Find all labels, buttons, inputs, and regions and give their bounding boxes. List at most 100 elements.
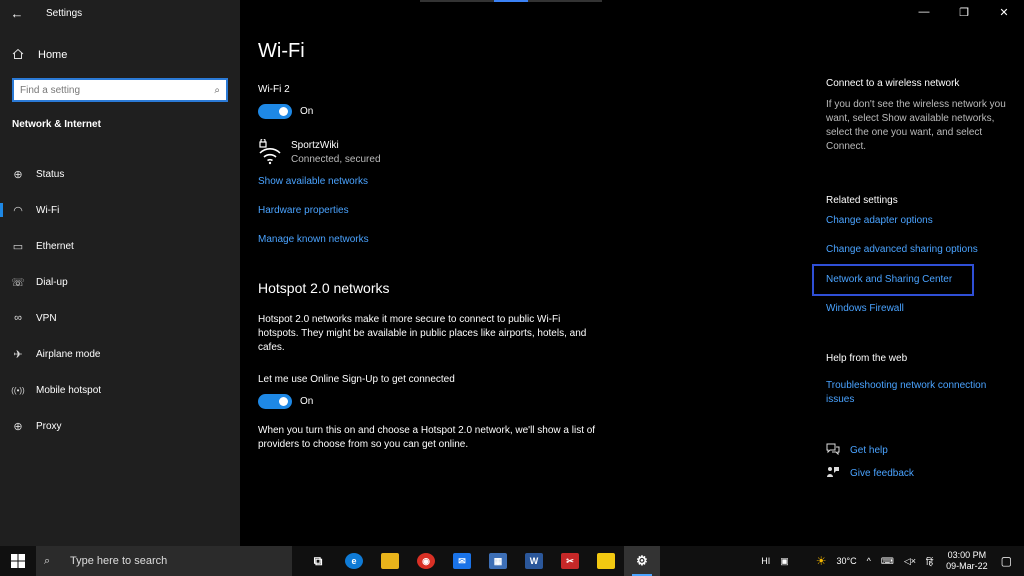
hardware-properties-link[interactable]: Hardware properties xyxy=(258,205,349,216)
settings-search-box[interactable]: ⌕ xyxy=(12,78,228,102)
calculator-icon: ▦ xyxy=(489,553,507,569)
sidebar-item-wifi[interactable]: ◠ Wi-Fi xyxy=(0,192,240,228)
globe-icon: ⊕ xyxy=(13,420,23,433)
edge-icon: e xyxy=(345,553,363,569)
wifi-toggle-state: On xyxy=(300,106,314,117)
language-indicator[interactable]: HI xyxy=(761,556,770,566)
show-available-networks-link[interactable]: Show available networks xyxy=(258,176,368,187)
notification-icon[interactable]: ▢ xyxy=(1001,554,1012,568)
word-app[interactable]: W xyxy=(516,546,552,576)
temperature[interactable]: 30°C xyxy=(836,556,856,566)
edge-app[interactable]: e xyxy=(336,546,372,576)
network-name[interactable]: SportzWiki xyxy=(291,140,339,151)
manage-known-networks-link[interactable]: Manage known networks xyxy=(258,234,369,245)
sticky-notes-icon: ▰ xyxy=(597,553,615,569)
troubleshooting-link[interactable]: Troubleshooting network connection issue… xyxy=(826,379,1016,407)
date: 09-Mar-22 xyxy=(946,561,988,571)
get-help-label: Get help xyxy=(850,445,888,456)
clock[interactable]: 03:00 PM 09-Mar-22 xyxy=(946,550,988,572)
word-icon: W xyxy=(525,553,543,569)
top-strip-marker xyxy=(494,0,528,2)
start-button[interactable] xyxy=(0,546,36,576)
volume-muted-icon[interactable]: ◁× xyxy=(904,556,916,567)
windows-logo-icon xyxy=(11,554,25,568)
input-language[interactable]: हिं xyxy=(926,555,933,568)
change-adapter-options-link[interactable]: Change adapter options xyxy=(826,214,933,228)
signup-label: Let me use Online Sign-Up to get connect… xyxy=(258,374,455,385)
sidebar-item-vpn[interactable]: ∞ VPN xyxy=(0,300,240,336)
gear-icon: ⚙ xyxy=(636,553,648,568)
sidebar-item-label: VPN xyxy=(36,312,57,324)
network-sharing-center-link[interactable]: Network and Sharing Center xyxy=(826,273,952,287)
airplane-icon: ✈ xyxy=(13,348,23,361)
file-explorer-app[interactable]: ▬ xyxy=(372,546,408,576)
chrome-app[interactable]: ◉ xyxy=(408,546,444,576)
folder-icon: ▬ xyxy=(381,553,399,569)
time: 03:00 PM xyxy=(947,550,987,560)
sticky-notes-app[interactable]: ▰ xyxy=(588,546,624,576)
signup-toggle-state: On xyxy=(300,396,314,407)
tray-app-icon[interactable]: ▣ xyxy=(780,556,789,567)
hotspot-icon: ((•)) xyxy=(11,385,25,395)
sidebar-item-proxy[interactable]: ⊕ Proxy xyxy=(0,408,240,444)
sidebar-item-label: Mobile hotspot xyxy=(36,384,102,396)
taskbar: ⌕ Type here to search ⧉ e ▬ ◉ ✉ ▦ W ✂ ▰ … xyxy=(0,546,1024,576)
related-settings-heading: Related settings xyxy=(826,195,898,206)
scissors-icon: ✂ xyxy=(561,553,579,569)
change-advanced-sharing-link[interactable]: Change advanced sharing options xyxy=(826,243,978,257)
wifi-icon: ◠ xyxy=(13,204,23,217)
hotspot-heading: Hotspot 2.0 networks xyxy=(258,280,390,296)
sidebar-nav: ⊕ Status ◠ Wi-Fi ▭ Ethernet ☏ Dial-up ∞ … xyxy=(0,156,240,444)
chevron-up-icon[interactable]: ^ xyxy=(867,556,871,566)
home-label: Home xyxy=(38,49,68,61)
windows-firewall-link[interactable]: Windows Firewall xyxy=(826,302,904,316)
signup-toggle[interactable] xyxy=(258,394,292,409)
network-tray-icon[interactable]: ⌨ xyxy=(881,556,894,567)
search-icon[interactable]: ⌕ xyxy=(214,85,220,96)
chrome-icon: ◉ xyxy=(417,553,435,569)
close-button[interactable]: ✕ xyxy=(984,0,1024,24)
feedback-icon xyxy=(826,466,842,481)
system-tray: HI ▣ ☀ 30°C ^ ⌨ ◁× हिं 03:00 PM 09-Mar-2… xyxy=(756,546,1024,576)
minimize-button[interactable]: — xyxy=(904,0,944,24)
taskbar-search-text: Type here to search xyxy=(70,555,168,567)
status-icon: ⊕ xyxy=(13,168,23,181)
home-nav-item[interactable]: Home xyxy=(0,42,240,68)
get-help-row[interactable]: Get help xyxy=(826,443,888,458)
taskbar-search-box[interactable]: ⌕ Type here to search xyxy=(36,546,292,576)
give-feedback-row[interactable]: Give feedback xyxy=(826,466,914,481)
sidebar-item-label: Airplane mode xyxy=(36,348,101,360)
taskbar-apps: ⧉ e ▬ ◉ ✉ ▦ W ✂ ▰ ⚙ xyxy=(300,546,660,576)
settings-search-input[interactable] xyxy=(20,84,215,96)
sidebar-item-dialup[interactable]: ☏ Dial-up xyxy=(0,264,240,300)
signup-description: When you turn this on and choose a Hotsp… xyxy=(258,425,596,450)
mail-app[interactable]: ✉ xyxy=(444,546,480,576)
connect-heading: Connect to a wireless network xyxy=(826,78,960,89)
title-bar: ← Settings xyxy=(0,0,240,26)
task-view-icon: ⧉ xyxy=(313,553,323,568)
chat-help-icon xyxy=(826,443,842,458)
top-progress-strip xyxy=(420,0,602,2)
adapter-label: Wi-Fi 2 xyxy=(258,84,290,95)
hotspot-description: Hotspot 2.0 networks make it more secure… xyxy=(258,314,587,353)
secured-wifi-icon xyxy=(258,137,282,165)
task-view-button[interactable]: ⧉ xyxy=(300,546,336,576)
calculator-app[interactable]: ▦ xyxy=(480,546,516,576)
settings-app[interactable]: ⚙ xyxy=(624,546,660,576)
sidebar: ← Settings Home ⌕ Network & Internet ⊕ S… xyxy=(0,0,240,546)
weather-sun-icon[interactable]: ☀ xyxy=(816,554,827,568)
maximize-button[interactable]: ❐ xyxy=(944,0,984,24)
wifi-toggle[interactable] xyxy=(258,104,292,119)
sidebar-item-airplane-mode[interactable]: ✈ Airplane mode xyxy=(0,336,240,372)
sidebar-item-label: Ethernet xyxy=(36,240,74,252)
app-title: Settings xyxy=(46,7,83,19)
sidebar-item-label: Proxy xyxy=(36,420,62,432)
back-button[interactable]: ← xyxy=(0,0,34,26)
sidebar-item-status[interactable]: ⊕ Status xyxy=(0,156,240,192)
network-status: Connected, secured xyxy=(291,154,381,165)
sidebar-item-ethernet[interactable]: ▭ Ethernet xyxy=(0,228,240,264)
help-heading: Help from the web xyxy=(826,353,908,364)
snipping-tool-app[interactable]: ✂ xyxy=(552,546,588,576)
search-icon: ⌕ xyxy=(44,554,51,567)
sidebar-item-mobile-hotspot[interactable]: ((•)) Mobile hotspot xyxy=(0,372,240,408)
